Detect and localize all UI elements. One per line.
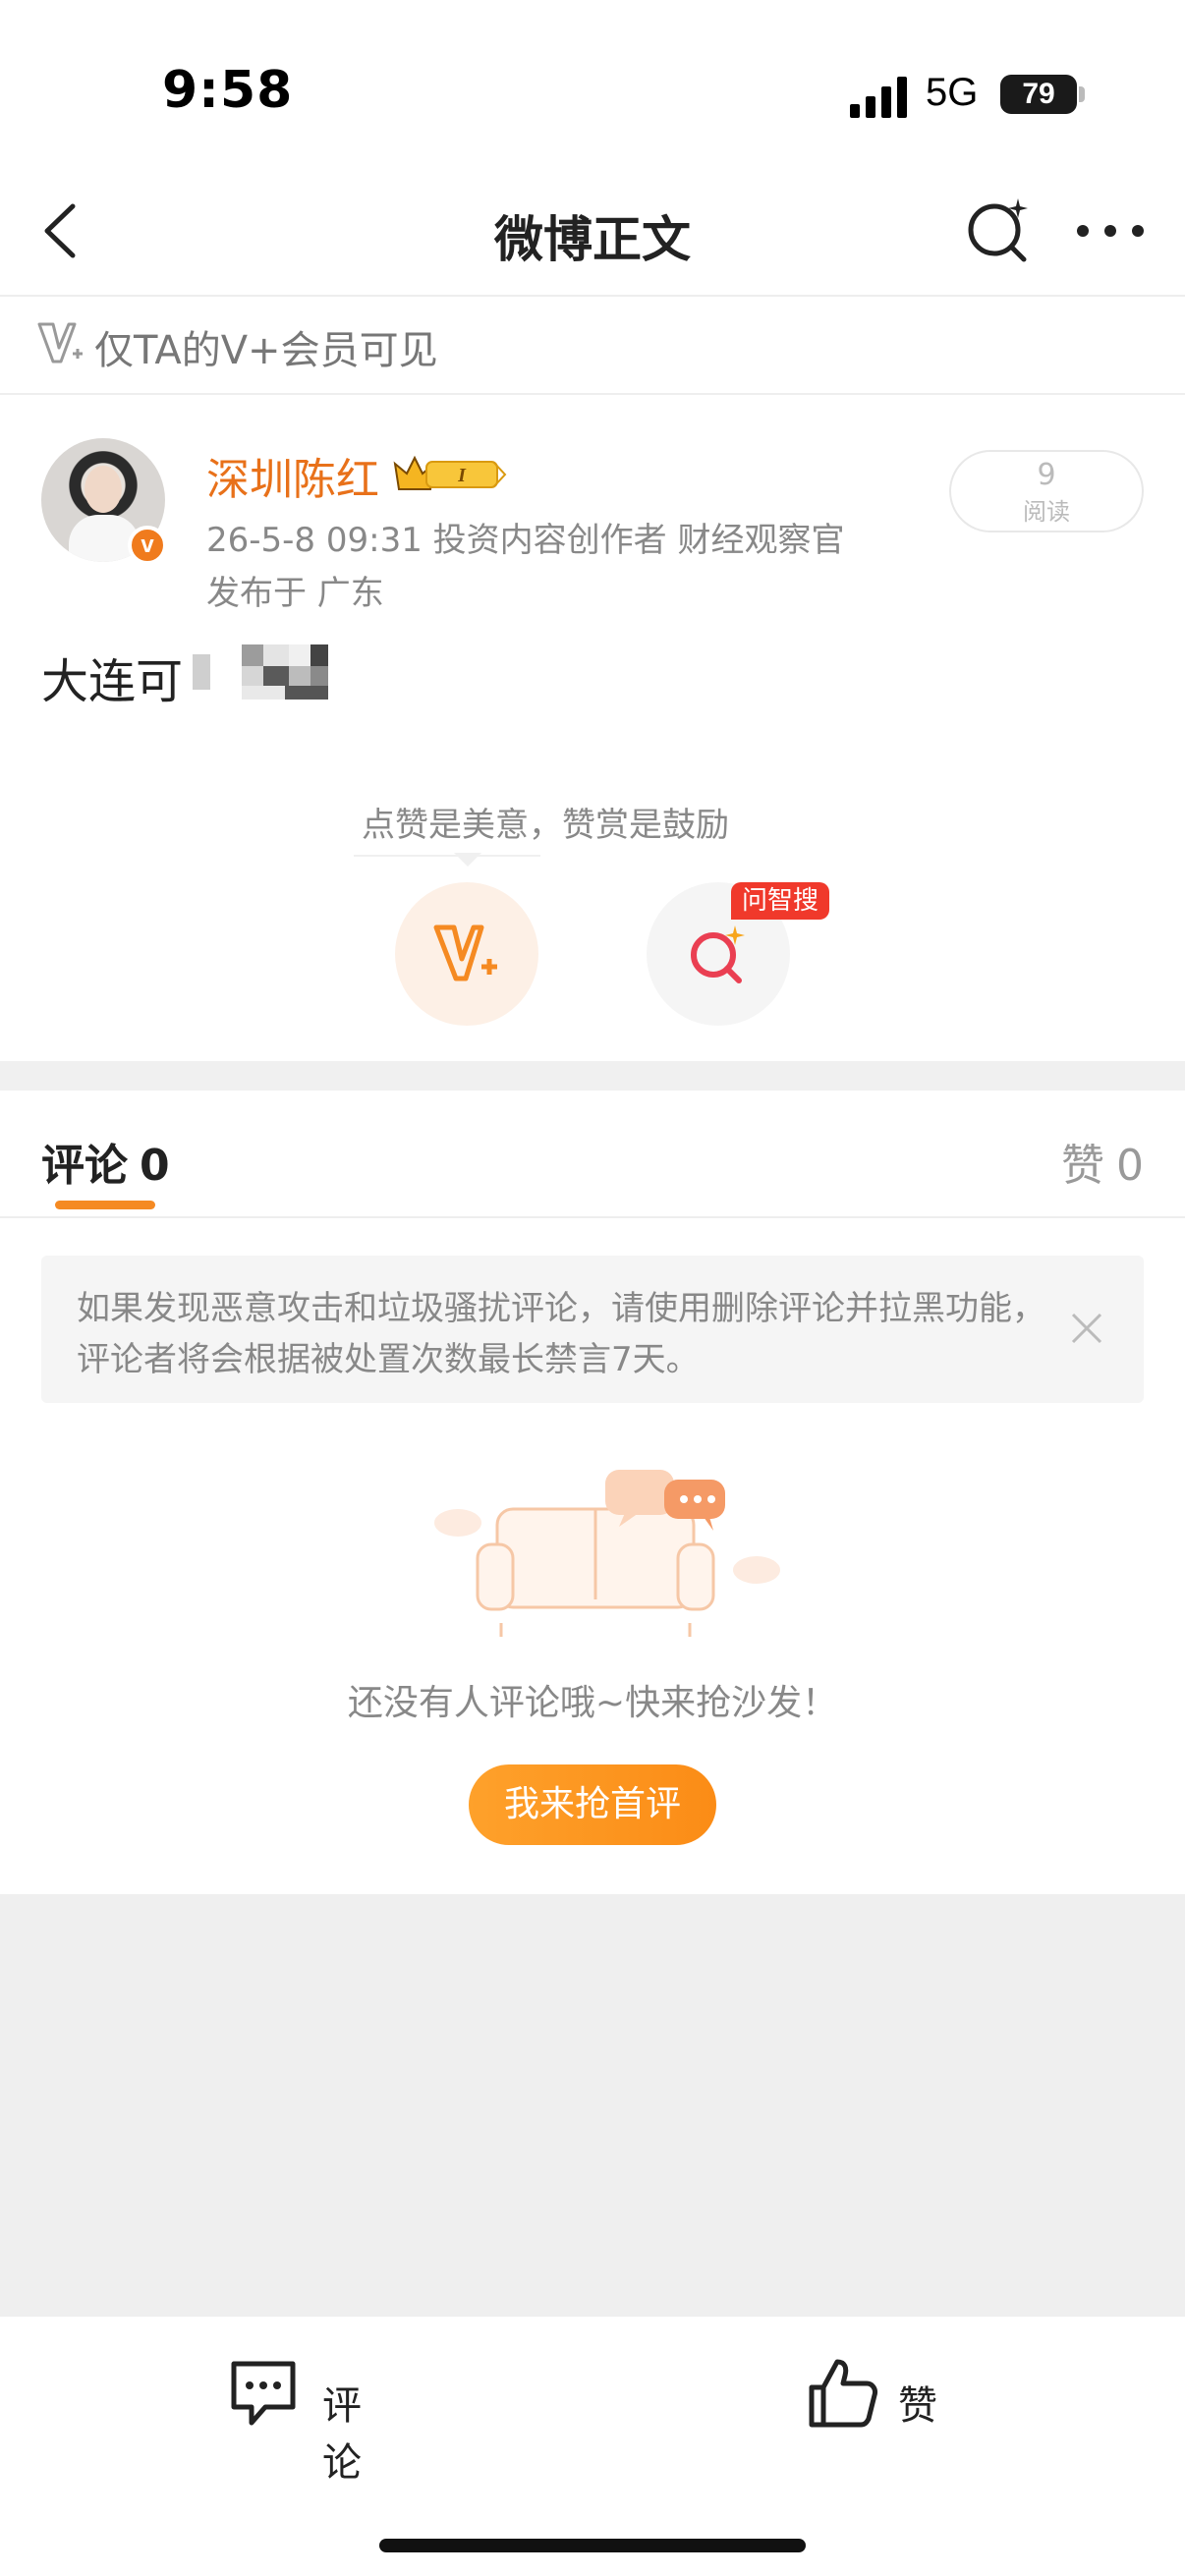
zhisou-tag: 问智搜 [731,882,829,920]
post-location: 发布于 广东 [206,574,384,613]
first-comment-button[interactable]: 我来抢首评 [469,1764,716,1845]
battery-icon: 79 [1000,75,1077,114]
moderation-notice: 如果发现恶意攻击和垃圾骚扰评论，请使用删除评论并拉黑功能，评论者将会根据被处置次… [41,1256,1144,1403]
status-time: 9:58 [162,61,294,120]
thumbs-up-icon [809,2359,877,2428]
vplus-icon [37,322,83,364]
verified-badge-icon: v [128,526,167,565]
notice-text: 如果发现恶意攻击和垃圾骚扰评论，请使用删除评论并拉黑功能，评论者将会根据被处置次… [77,1289,1045,1379]
empty-gray-area [0,1894,1185,2317]
zhisou-icon [691,925,745,983]
praise-tip: 点赞是美意，赞赏是鼓励 [362,806,729,845]
bottom-action-bar: 评论 赞 [0,2317,1185,2576]
section-divider [0,1061,1185,1091]
visibility-text: 仅TA的V+会员可见 [94,328,438,373]
status-bar: 9:58 5G 79 [0,0,1185,167]
more-icon[interactable] [1071,214,1150,248]
tab-likes-label: 赞 [1061,1141,1104,1191]
tab-comments-count: 0 [140,1141,170,1191]
vplus-icon [433,924,497,981]
visibility-strip: 仅TA的V+会员可见 [0,297,1185,395]
signal-icon [850,77,907,118]
tab-likes[interactable]: 赞0 [1061,1130,1144,1193]
tab-comments-label: 评论 [41,1141,128,1191]
post-meta: 26-5-8 09:31 投资内容创作者 财经观察官 [206,521,845,560]
read-count: 9 [1037,458,1056,492]
read-count-pill: 9 阅读 [949,450,1144,532]
network-type: 5G [926,71,979,114]
read-label: 阅读 [1023,498,1070,526]
search-icon[interactable] [963,195,1034,265]
tab-active-indicator [55,1201,155,1209]
comment-tabs: 评论 0 赞0 [0,1091,1185,1218]
empty-sofa-illustration [434,1470,780,1637]
home-indicator[interactable] [379,2539,806,2552]
tab-likes-count: 0 [1116,1141,1144,1191]
bottom-like-label: 赞 [898,2383,937,2429]
empty-comments-text: 还没有人评论哦~快来抢沙发！ [347,1683,838,1723]
vplus-reward-button[interactable] [395,882,538,1026]
mosaic-redaction [193,644,328,700]
tab-comments[interactable]: 评论 0 [41,1130,170,1193]
bottom-comment-label: 评论 [322,2383,362,2486]
battery-tip [1079,86,1085,102]
nav-header: 微博正文 [0,167,1185,297]
comment-icon [231,2361,296,2426]
svg-text:I: I [457,465,467,486]
post-content: 大连可 [41,654,184,709]
member-crown-icon[interactable]: I [391,452,507,495]
close-icon[interactable] [1069,1311,1104,1346]
author-name[interactable]: 深圳陈红 [206,444,379,507]
